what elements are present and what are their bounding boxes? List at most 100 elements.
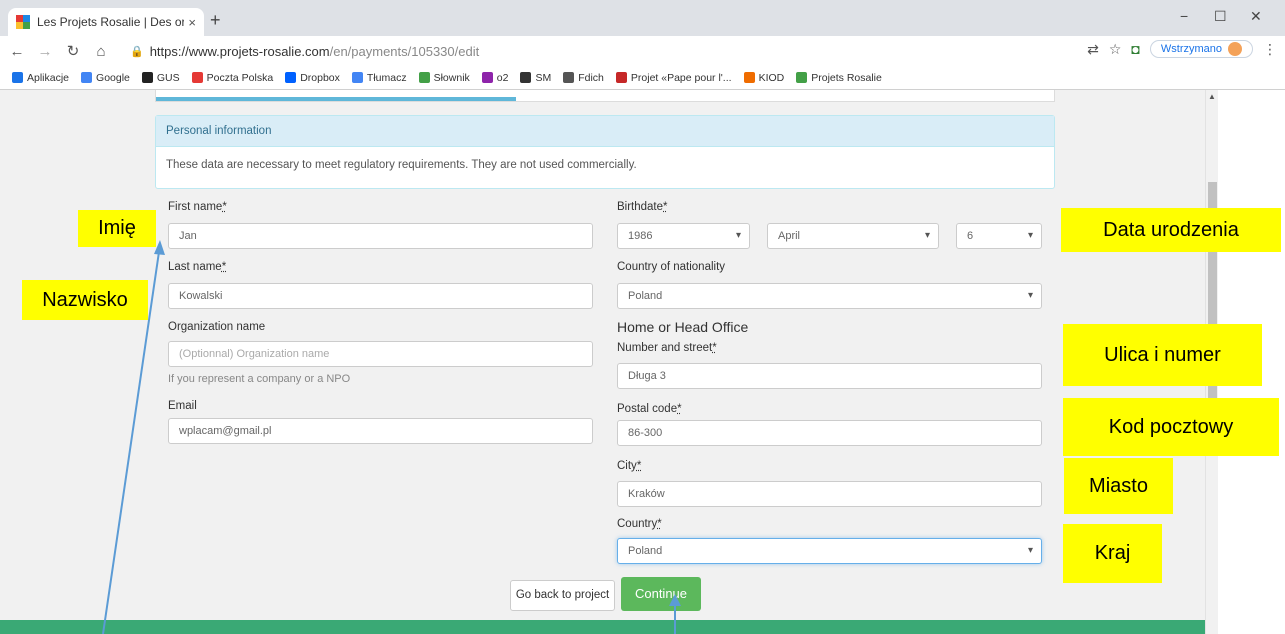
bookmark-item[interactable]: o2 <box>481 71 509 84</box>
dropbox-icon <box>285 72 297 83</box>
bookmark-item[interactable]: Projet «Pape pour l'... <box>615 71 732 84</box>
organization-label: Organization name <box>168 321 266 333</box>
maximize-icon[interactable]: ☐ <box>1214 8 1227 25</box>
url-host: https://www.projets-rosalie.com <box>149 43 330 59</box>
go-back-button[interactable]: Go back to project <box>510 580 615 611</box>
nationality-label: Country of nationality <box>617 261 726 273</box>
projet-icon <box>615 72 627 83</box>
birth-year-select[interactable]: 1986 <box>617 223 750 249</box>
google-icon <box>81 72 93 83</box>
progress-bar <box>156 97 516 101</box>
extension-icon[interactable]: ◘ <box>1131 41 1139 57</box>
personal-info-panel: Personal information These data are nece… <box>155 115 1055 189</box>
street-input[interactable]: Długa 3 <box>617 363 1042 389</box>
bookmark-item[interactable]: Słownik <box>418 71 470 84</box>
bookmark-item[interactable]: Tłumacz <box>351 71 407 84</box>
scroll-up-icon[interactable]: ▲ <box>1208 92 1216 101</box>
bookmark-label: Słownik <box>433 71 470 84</box>
bookmark-label: SM <box>535 71 552 84</box>
o2-icon <box>481 72 493 83</box>
annotation-imie: Imię <box>78 210 156 247</box>
first-name-input[interactable]: Jan <box>168 223 593 249</box>
birth-day-select[interactable]: 6 <box>956 223 1042 249</box>
first-name-label: First name* <box>168 201 227 213</box>
email-label: Email <box>168 400 197 412</box>
country-label: Country* <box>617 518 662 530</box>
bookmark-item[interactable]: Poczta Polska <box>191 71 274 84</box>
reload-icon[interactable]: ↻ <box>62 42 84 60</box>
site-favicon-icon <box>16 15 30 29</box>
last-name-label: Last name* <box>168 261 227 273</box>
annotation-nazwisko: Nazwisko <box>22 280 148 320</box>
close-window-icon[interactable]: ✕ <box>1250 8 1262 25</box>
back-arrow-icon[interactable]: ← <box>6 43 28 60</box>
bookmark-item[interactable]: Google <box>81 72 130 84</box>
annotation-kod: Kod pocztowy <box>1063 398 1279 456</box>
home-icon[interactable]: ⌂ <box>90 43 112 60</box>
page-viewport: Personal information These data are nece… <box>0 90 1205 634</box>
city-input[interactable]: Kraków <box>617 481 1042 507</box>
annotation-ulica: Ulica i numer <box>1063 324 1262 386</box>
translate-icon[interactable]: ⇄ <box>1087 41 1099 58</box>
bookmark-label: Projets Rosalie <box>811 71 882 84</box>
globe-icon <box>563 72 575 83</box>
browser-tab-bar: Les Projets Rosalie | Des ordinate × + −… <box>0 0 1285 36</box>
bookmark-label: Poczta Polska <box>206 71 274 84</box>
menu-icon[interactable]: ⋮ <box>1263 41 1277 58</box>
bookmark-label: Google <box>96 71 130 84</box>
tab-title: Les Projets Rosalie | Des ordinate <box>37 15 185 29</box>
browser-tab[interactable]: Les Projets Rosalie | Des ordinate × <box>8 8 204 36</box>
email-input[interactable]: wplacam@gmail.pl <box>168 418 593 444</box>
bookmark-item[interactable]: SM <box>520 72 551 84</box>
bookmark-item[interactable]: Dropbox <box>285 72 340 84</box>
bookmark-label: Projet «Pape pour l'... <box>630 71 732 84</box>
poczta-icon <box>191 72 203 83</box>
city-label: City* <box>617 460 642 472</box>
url-field[interactable]: https://www.projets-rosalie.com/en/payme… <box>150 44 480 59</box>
bookmark-label: Tłumacz <box>366 71 407 84</box>
bookmark-label: o2 <box>496 71 509 84</box>
profile-paused-button[interactable]: Wstrzymano <box>1149 40 1253 58</box>
minimize-icon[interactable]: − <box>1180 8 1188 24</box>
continue-button[interactable]: Continue <box>621 577 701 611</box>
bookmark-item[interactable]: GUS <box>141 71 180 84</box>
postal-code-label: Postal code* <box>617 403 682 415</box>
birthdate-label: Birthdate* <box>617 201 668 213</box>
organization-input[interactable]: (Optionnal) Organization name <box>168 341 593 367</box>
country-select[interactable]: Poland <box>617 538 1042 564</box>
bookmark-label: Fdich <box>578 71 604 84</box>
panel-heading: Personal information <box>156 116 1054 147</box>
paused-label: Wstrzymano <box>1160 43 1222 55</box>
lock-icon[interactable]: 🔒 <box>130 45 144 58</box>
page-footer-band <box>0 620 1205 634</box>
rosalie-icon <box>796 72 808 83</box>
tab-close-icon[interactable]: × <box>188 15 196 30</box>
bookmark-label: Aplikacje <box>27 71 70 84</box>
nationality-select[interactable]: Poland <box>617 283 1042 309</box>
gus-icon <box>141 72 153 83</box>
annotation-data-urodzenia: Data urodzenia <box>1061 208 1281 252</box>
address-bar: ← → ↻ ⌂ 🔒 https://www.projets-rosalie.co… <box>0 36 1285 66</box>
postal-code-input[interactable]: 86-300 <box>617 420 1042 446</box>
sm-icon <box>520 72 532 83</box>
bookmark-item[interactable]: KIOD <box>743 72 784 84</box>
panel-body: These data are necessary to meet regulat… <box>166 159 637 171</box>
annotation-kraj: Kraj <box>1063 524 1162 583</box>
last-name-input[interactable]: Kowalski <box>168 283 593 309</box>
bookmarks-bar: Aplikacje Google GUS Poczta Polska Dropb… <box>0 66 1285 90</box>
bookmark-star-icon[interactable]: ☆ <box>1109 41 1122 58</box>
bookmark-label: GUS <box>156 71 180 84</box>
bookmark-item[interactable]: Fdich <box>563 72 604 84</box>
bookmark-label: Dropbox <box>300 71 340 84</box>
organization-help-text: If you represent a company or a NPO <box>168 373 351 385</box>
birth-month-select[interactable]: April <box>767 223 939 249</box>
avatar <box>1228 42 1242 56</box>
translate-bookmark-icon <box>351 72 363 83</box>
new-tab-icon[interactable]: + <box>210 10 221 31</box>
bookmark-item[interactable]: Aplikacje <box>12 72 69 84</box>
forward-arrow-icon[interactable]: → <box>34 43 56 60</box>
bookmark-item[interactable]: Projets Rosalie <box>796 72 882 84</box>
dictionary-icon <box>418 72 430 83</box>
annotation-miasto: Miasto <box>1064 458 1173 514</box>
url-path: /en/payments/105330/edit <box>329 43 480 59</box>
